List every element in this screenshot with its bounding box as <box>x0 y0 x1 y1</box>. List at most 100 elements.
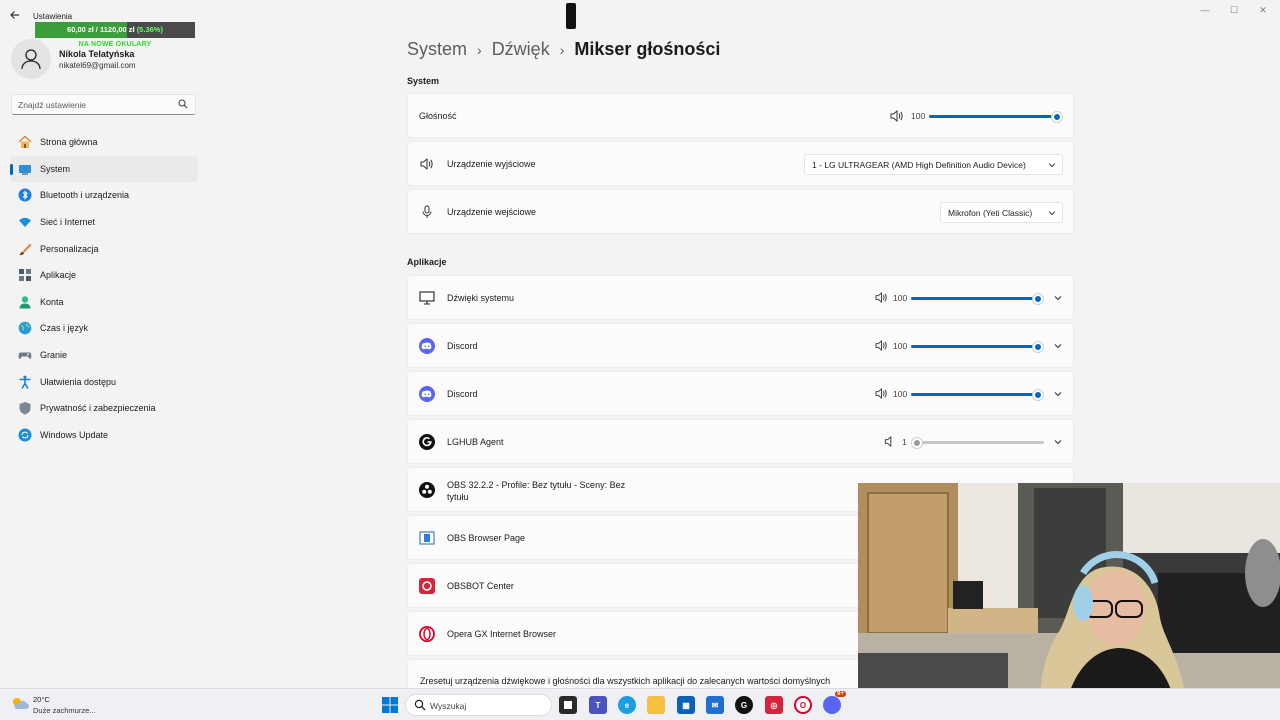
home-icon <box>18 135 32 149</box>
taskbar-search[interactable] <box>405 694 552 716</box>
mail-icon[interactable]: ✉ <box>706 696 724 714</box>
sidebar-item-time-language[interactable]: Czas i język <box>10 315 198 342</box>
discord-taskbar-icon[interactable]: 9+ <box>823 691 846 714</box>
master-volume-card: Głośność 100 <box>407 93 1074 138</box>
close-button[interactable]: ✕ <box>1257 5 1269 16</box>
maximize-button[interactable]: ☐ <box>1228 5 1240 16</box>
sidebar-item-privacy[interactable]: Prywatność i zabezpieczenia <box>10 395 198 422</box>
back-arrow-icon[interactable] <box>9 9 23 23</box>
account-icon <box>18 295 32 309</box>
reset-description: Zresetuj urządzenia dźwiękowe i głośnośc… <box>420 676 831 686</box>
goal-percent: (5.36%) <box>136 25 163 34</box>
sidebar-item-apps[interactable]: Aplikacje <box>10 262 198 289</box>
sidebar-item-label: Sieć i Internet <box>40 217 96 228</box>
logitech-ghub-icon[interactable]: G <box>735 696 753 714</box>
app-volume-slider[interactable] <box>912 437 1044 448</box>
slider-thumb[interactable] <box>912 437 923 448</box>
output-device-label: Urządzenie wyjściowe <box>447 159 536 169</box>
input-device-dropdown[interactable]: Mikrofon (Yeti Classic) <box>940 202 1063 223</box>
taskbar-search-input[interactable] <box>430 699 540 712</box>
chevron-down-icon[interactable] <box>1053 389 1063 399</box>
avatar[interactable] <box>11 39 51 79</box>
webcam-overlay <box>858 483 1280 720</box>
app-name: OBSBOT Center <box>447 581 514 591</box>
app-volume-slider[interactable] <box>911 293 1043 304</box>
bluetooth-icon <box>18 188 32 202</box>
app-name: Dźwięki systemu <box>447 293 515 303</box>
donation-goal-bar: 60,00 zł / 1120,00 zł (5.36%) <box>35 22 195 38</box>
output-device-dropdown[interactable]: 1 - LG ULTRAGEAR (AMD High Definition Au… <box>804 154 1063 175</box>
chevron-down-icon[interactable] <box>1053 341 1063 351</box>
volume-value: 100 <box>911 111 926 121</box>
weather-description: Duże zachmurze... <box>33 706 96 715</box>
start-button[interactable] <box>381 696 399 714</box>
sidebar-item-accounts[interactable]: Konta <box>10 289 198 316</box>
speaker-low-icon[interactable] <box>884 435 896 448</box>
microphone-icon <box>419 204 435 220</box>
slider-thumb[interactable] <box>1033 341 1043 352</box>
sidebar-item-label: Prywatność i zabezpieczenia <box>40 403 156 414</box>
slider-thumb[interactable] <box>1052 111 1062 122</box>
slider-thumb[interactable] <box>1033 293 1043 304</box>
store-icon[interactable]: ▦ <box>677 696 695 714</box>
opera-gx-icon[interactable]: O <box>794 696 812 714</box>
speaker-icon <box>419 156 435 172</box>
page-title: Mikser głośności <box>574 39 721 59</box>
chevron-down-icon[interactable] <box>1053 437 1063 447</box>
sidebar-item-gaming[interactable]: Granie <box>10 342 198 369</box>
app-name: OBS 32.2.2 - Profile: Bez tytułu - Sceny… <box>447 480 626 502</box>
sidebar-item-system[interactable]: System <box>10 155 198 183</box>
search-icon[interactable] <box>178 99 188 112</box>
volume-slider[interactable] <box>929 111 1062 122</box>
obsbot-taskbar-icon[interactable]: ◎ <box>765 696 783 714</box>
minimize-button[interactable]: — <box>1199 5 1211 15</box>
sidebar-item-personalization[interactable]: Personalizacja <box>10 235 198 262</box>
weather-cloud-icon[interactable] <box>11 696 29 713</box>
app-volume-slider[interactable] <box>911 341 1043 352</box>
browser-page-icon <box>419 530 435 546</box>
chevron-down-icon <box>1048 209 1056 219</box>
obs-icon <box>419 482 435 498</box>
app-title: Ustawienia <box>33 12 73 21</box>
speaker-icon[interactable] <box>875 291 887 304</box>
brush-icon <box>18 242 32 256</box>
app-name: OBS Browser Page <box>447 533 526 543</box>
app-name: Opera GX Internet Browser <box>447 629 557 639</box>
sidebar-item-label: Ułatwienia dostępu <box>40 376 117 387</box>
sidebar-item-label: System <box>40 163 71 174</box>
section-title-system: System <box>407 76 440 86</box>
task-view-icon[interactable] <box>559 696 577 714</box>
file-explorer-icon[interactable] <box>647 696 665 714</box>
slider-thumb[interactable] <box>1033 389 1043 400</box>
search-input[interactable] <box>18 98 178 112</box>
sidebar-item-network[interactable]: Sieć i Internet <box>10 209 198 236</box>
app-volume-value: 100 <box>893 293 908 303</box>
sidebar-item-home[interactable]: Strona główna <box>10 129 198 156</box>
speaker-icon[interactable] <box>875 387 887 400</box>
sidebar-nav: Strona główna System Bluetooth i urządze… <box>10 129 198 448</box>
speaker-icon[interactable] <box>875 339 887 352</box>
speaker-icon[interactable] <box>890 109 903 123</box>
breadcrumb: System › Dźwięk › Mikser głośności <box>407 39 720 60</box>
sidebar-item-label: Granie <box>40 350 68 361</box>
teams-icon[interactable]: T <box>589 696 607 714</box>
edge-icon[interactable]: e <box>618 696 636 714</box>
breadcrumb-system[interactable]: System <box>407 39 467 60</box>
app-volume-row: Dźwięki systemu 100 <box>407 275 1074 320</box>
sidebar-item-label: Czas i język <box>40 323 89 334</box>
sidebar-item-windows-update[interactable]: Windows Update <box>10 422 198 449</box>
sidebar-item-bluetooth[interactable]: Bluetooth i urządzenia <box>10 182 198 209</box>
app-volume-slider[interactable] <box>911 389 1043 400</box>
input-device-selected: Mikrofon (Yeti Classic) <box>948 208 1033 218</box>
sidebar-item-accessibility[interactable]: Ułatwienia dostępu <box>10 368 198 395</box>
app-name: Discord <box>447 389 478 399</box>
breadcrumb-separator: › <box>477 41 482 58</box>
discord-icon <box>419 386 435 402</box>
donation-goal-amount: 60,00 zł / 1120,00 zł (5.36%) <box>35 25 195 34</box>
chevron-down-icon <box>1048 161 1056 171</box>
chevron-down-icon[interactable] <box>1053 293 1063 303</box>
breadcrumb-sound[interactable]: Dźwięk <box>492 39 550 60</box>
weather-temperature: 20°C <box>33 695 50 704</box>
user-icon <box>21 49 41 70</box>
settings-search[interactable] <box>11 94 196 115</box>
